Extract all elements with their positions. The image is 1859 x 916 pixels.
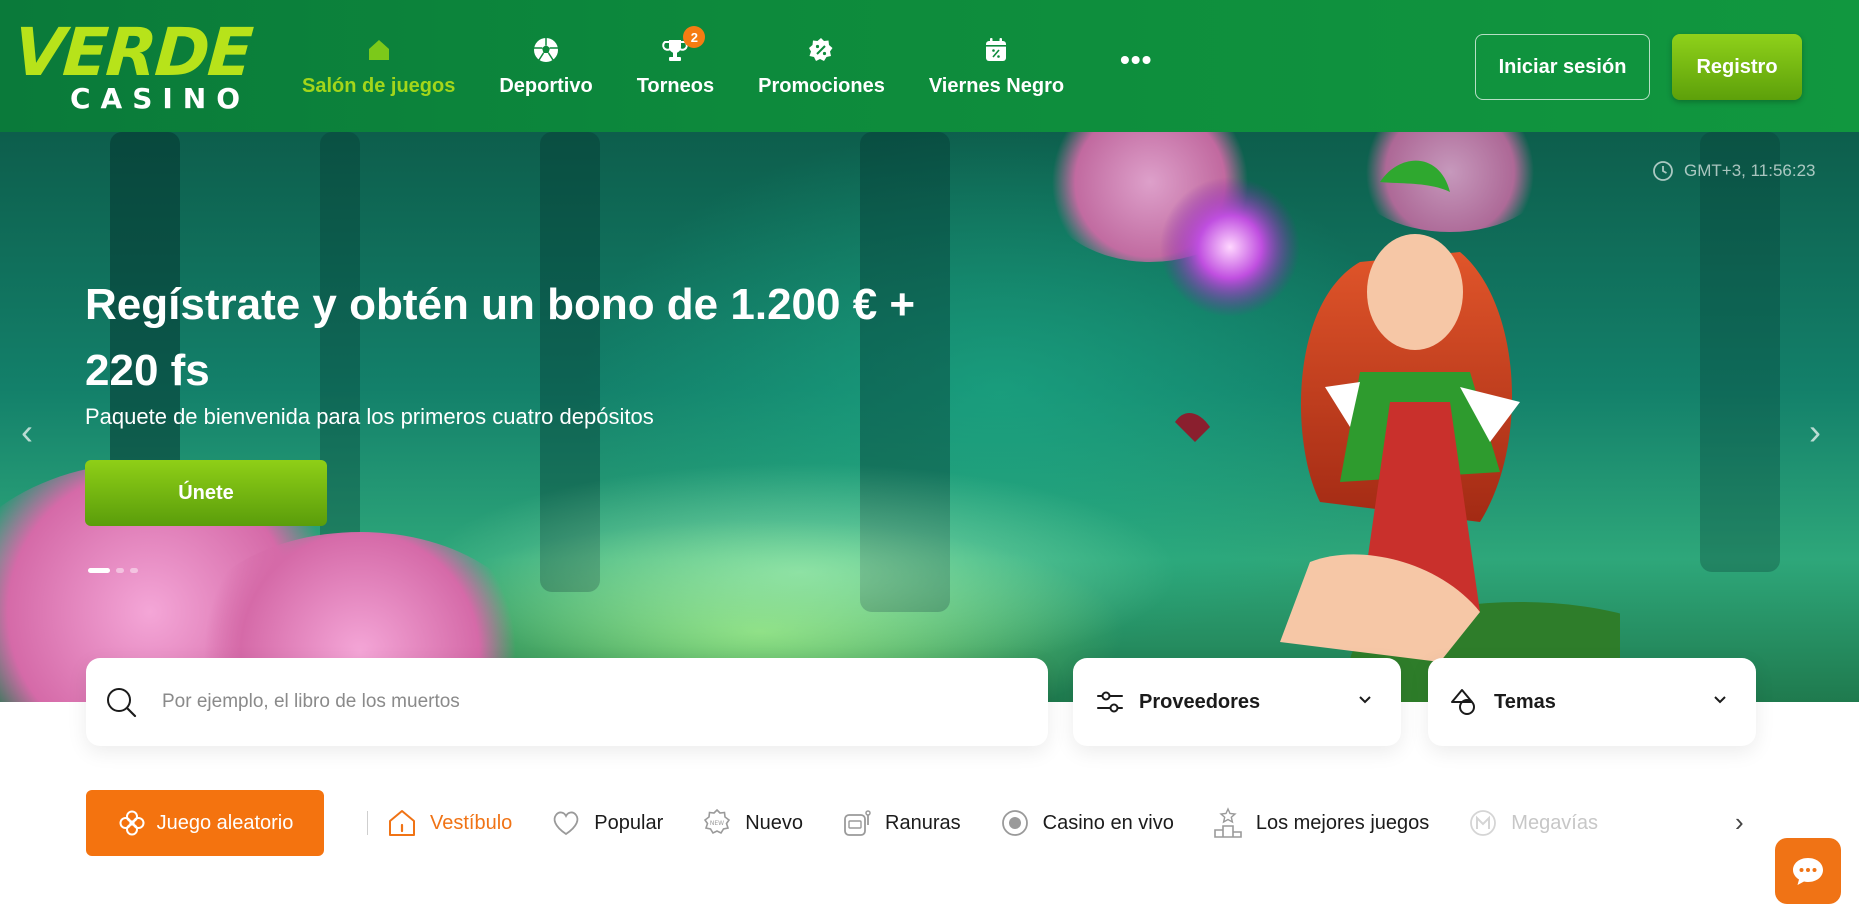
live-record-icon: [1001, 810, 1028, 836]
svg-text:NEW: NEW: [710, 820, 724, 827]
hero-subtitle: Paquete de bienvenida para los primeros …: [85, 404, 654, 429]
verde-casino-logo[interactable]: VERDE CASINO: [11, 14, 266, 116]
chevron-down-icon: [1359, 696, 1371, 704]
hero-title: Regístrate y obtén un bono de 1.200 € + …: [85, 280, 916, 395]
search-icon: [107, 688, 137, 718]
register-button[interactable]: Registro: [1672, 34, 1802, 100]
logo-casino-text: CASINO: [70, 82, 251, 115]
search-input[interactable]: [162, 684, 1022, 720]
carousel-dot[interactable]: [88, 568, 110, 573]
providers-label: Proveedores: [1139, 690, 1261, 713]
more-menu-icon[interactable]: •••: [1120, 46, 1152, 74]
support-chat-button[interactable]: [1775, 838, 1841, 904]
calendar-percent-icon: [981, 35, 1011, 65]
themes-dropdown[interactable]: Temas: [1428, 658, 1756, 746]
server-clock: GMT+3, 11:56:23: [1652, 160, 1816, 182]
top-header: VERDE CASINO Salón de juegos Deportivo 2…: [0, 0, 1859, 132]
nav-item-game-hall[interactable]: Salón de juegos: [280, 0, 477, 132]
carousel-prev-arrow-icon[interactable]: ‹: [12, 412, 42, 452]
home-icon: [364, 35, 394, 65]
category-divider: [367, 811, 368, 835]
chat-bubble-icon: [1793, 858, 1823, 885]
category-tab-new[interactable]: NEW Nuevo: [701, 807, 803, 839]
carousel-dots: [88, 568, 138, 573]
hero-banner: GMT+3, 11:56:23 Regístrate y obtén un bo…: [0, 132, 1859, 702]
nav-item-tournaments[interactable]: 2 Torneos: [615, 0, 736, 132]
clover-icon: [119, 810, 145, 836]
random-game-button[interactable]: Juego aleatorio: [86, 790, 324, 856]
join-button[interactable]: Únete: [85, 460, 327, 526]
game-search-box: [86, 658, 1048, 746]
logo-verde-text: VERDE: [11, 14, 254, 91]
category-label: Ranuras: [885, 811, 961, 834]
category-tab-lobby[interactable]: Vestíbulo: [386, 807, 512, 839]
podium-star-icon: [1214, 807, 1242, 838]
category-tabs: Vestíbulo Popular NEW Nuevo Ranuras Casi…: [386, 805, 1636, 841]
soccer-ball-icon: [531, 35, 561, 65]
carousel-next-arrow-icon[interactable]: ›: [1800, 412, 1830, 452]
nav-label: Torneos: [636, 74, 715, 97]
category-tab-popular[interactable]: Popular: [550, 807, 663, 839]
carousel-dot[interactable]: [130, 568, 138, 573]
nav-item-black-friday[interactable]: Viernes Negro: [907, 0, 1086, 132]
category-label: Casino en vivo: [1042, 811, 1174, 834]
slot-machine-icon: [844, 810, 871, 836]
nav-item-sports[interactable]: Deportivo: [477, 0, 614, 132]
sliders-icon: [1097, 691, 1123, 713]
lobby-house-icon: [389, 810, 415, 836]
nav-label: Salón de juegos: [302, 74, 456, 97]
megaways-icon: [1470, 810, 1497, 836]
percent-badge-icon: [806, 35, 836, 65]
category-tab-megaways[interactable]: Megavías: [1467, 807, 1598, 839]
clock-text: GMT+3, 11:56:23: [1684, 161, 1816, 180]
nav-label: Promociones: [758, 74, 885, 97]
random-game-label: Juego aleatorio: [156, 811, 294, 834]
clock-icon: [1653, 161, 1673, 181]
new-badge-icon: NEW: [704, 808, 731, 835]
categories-next-arrow-icon[interactable]: ›: [1735, 806, 1759, 838]
shapes-icon: [1451, 689, 1475, 715]
heart-icon: [554, 811, 579, 836]
category-label: Popular: [594, 811, 664, 834]
tournaments-count-badge: 2: [683, 26, 706, 48]
nav-label: Deportivo: [499, 74, 593, 97]
login-button[interactable]: Iniciar sesión: [1475, 34, 1650, 100]
elf-character-illustration: [1160, 160, 1620, 702]
providers-dropdown[interactable]: Proveedores: [1073, 658, 1401, 746]
category-tab-live-casino[interactable]: Casino en vivo: [999, 807, 1174, 839]
carousel-dot[interactable]: [116, 568, 124, 573]
themes-label: Temas: [1494, 690, 1556, 713]
category-tab-top-games[interactable]: Los mejores juegos: [1212, 807, 1429, 839]
nav-item-promotions[interactable]: Promociones: [736, 0, 907, 132]
category-label: Los mejores juegos: [1255, 811, 1430, 834]
main-nav: Salón de juegos Deportivo 2 Torneos Prom…: [280, 0, 1086, 132]
category-label: Vestíbulo: [430, 811, 513, 834]
chevron-down-icon: [1714, 696, 1726, 704]
category-tab-slots[interactable]: Ranuras: [841, 807, 961, 839]
category-label: Nuevo: [745, 811, 804, 834]
nav-label: Viernes Negro: [928, 74, 1065, 97]
background-tree: [1700, 132, 1780, 572]
category-label: Megavías: [1511, 811, 1598, 834]
